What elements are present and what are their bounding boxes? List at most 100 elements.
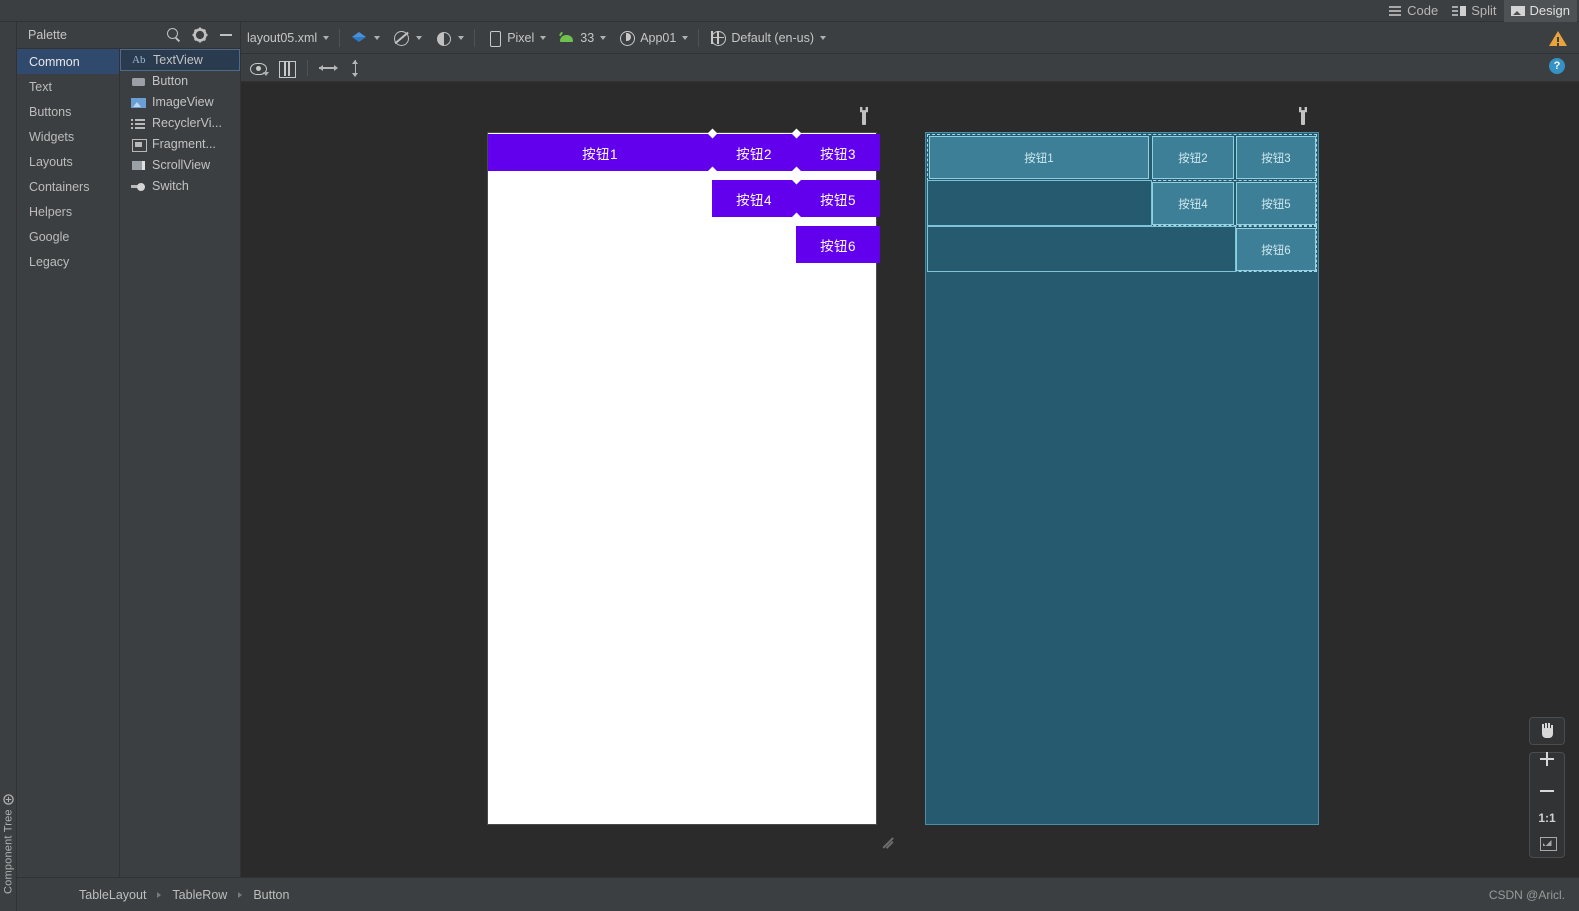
preview-button-6[interactable]: 按钮6	[796, 226, 880, 263]
pan-tool-button[interactable]	[1530, 718, 1564, 744]
android-studio-layout-editor: Code Split Design Palette Component Tree	[0, 0, 1579, 911]
tool-window-tab-component-tree[interactable]: Component Tree	[0, 782, 17, 898]
palette-item-switch[interactable]: Switch	[120, 176, 240, 197]
help-icon[interactable]: ?	[1549, 58, 1565, 74]
blueprint-button-3[interactable]: 按钮3	[1236, 136, 1316, 179]
blueprint-button-6[interactable]: 按钮6	[1236, 228, 1316, 271]
breadcrumb-item-button[interactable]: Button	[251, 888, 291, 902]
component-tree-strip-icon	[3, 794, 14, 805]
palette-category-legacy[interactable]: Legacy	[17, 249, 119, 274]
palette-item-button[interactable]: Button	[120, 71, 240, 92]
fragment-icon	[131, 138, 147, 152]
wrench-icon[interactable]	[857, 107, 871, 125]
top-bar: Code Split Design	[0, 0, 1579, 22]
design-mode-button[interactable]	[344, 26, 386, 50]
eye-icon[interactable]	[247, 57, 271, 79]
palette-category-google[interactable]: Google	[17, 224, 119, 249]
orientation-button[interactable]	[386, 26, 428, 50]
app-theme-selector[interactable]: App01	[612, 26, 694, 50]
switch-icon	[131, 180, 146, 193]
chevron-down-icon	[416, 35, 423, 40]
wrench-icon[interactable]	[1296, 107, 1310, 125]
gear-icon[interactable]	[192, 27, 208, 43]
horizontal-resize-icon[interactable]	[316, 57, 340, 79]
device-selector[interactable]: Pixel	[479, 26, 552, 50]
preview-button-4[interactable]: 按钮4	[712, 180, 796, 217]
button-label: 按钮6	[820, 238, 856, 254]
palette-item-fragment[interactable]: Fragment...	[120, 134, 240, 155]
palette-category-buttons[interactable]: Buttons	[17, 99, 119, 124]
preview-button-3[interactable]: 按钮3	[796, 134, 880, 171]
api-level-selector[interactable]: 33	[552, 26, 612, 50]
warning-icon[interactable]	[1549, 29, 1567, 47]
layers-icon	[350, 29, 368, 47]
minimize-icon[interactable]	[218, 27, 234, 43]
zoom-to-fit-button[interactable]	[1530, 831, 1564, 857]
chevron-down-icon	[374, 35, 381, 40]
night-mode-button[interactable]	[428, 26, 470, 50]
day-night-icon	[434, 29, 452, 47]
preview-button-5[interactable]: 按钮5	[796, 180, 880, 217]
blueprint-button-4[interactable]: 按钮4	[1152, 182, 1234, 225]
chevron-down-icon	[323, 35, 330, 40]
split-icon	[1452, 5, 1467, 17]
palette-category-label: Common	[29, 54, 80, 69]
zoom-controls: 1:1	[1529, 717, 1565, 865]
button-label: 按钮6	[1261, 244, 1291, 257]
recyclerview-icon	[131, 117, 146, 130]
chevron-down-icon	[540, 35, 547, 40]
design-surface[interactable]: 按钮1 按钮2 按钮3 按钮4 按钮5 按钮6 按钮1 按钮2 按钮3 按钮4 …	[241, 82, 1579, 877]
palette-item-label: Button	[152, 74, 189, 89]
actual-size-button[interactable]: 1:1	[1530, 805, 1564, 831]
editor-mode-tabs: Code Split Design	[1381, 0, 1579, 22]
palette-item-label: ScrollView	[152, 158, 211, 173]
button-icon	[131, 75, 146, 88]
resize-grip-icon[interactable]	[881, 832, 897, 848]
locale-selector[interactable]: Default (en-us)	[703, 26, 832, 50]
design-icon	[1510, 5, 1525, 17]
imageview-icon	[131, 96, 146, 109]
blueprint-button-2[interactable]: 按钮2	[1152, 136, 1234, 179]
device-icon	[485, 29, 503, 47]
button-label: 按钮3	[820, 146, 856, 162]
tab-design[interactable]: Design	[1503, 0, 1577, 22]
tab-split[interactable]: Split	[1445, 0, 1503, 22]
vertical-resize-icon[interactable]	[344, 57, 368, 79]
zoom-in-button[interactable]	[1530, 752, 1564, 779]
palette-category-containers[interactable]: Containers	[17, 174, 119, 199]
preview-button-1[interactable]: 按钮1	[488, 134, 712, 171]
blueprint-button-1[interactable]: 按钮1	[929, 136, 1149, 179]
zoom-out-button[interactable]	[1530, 779, 1564, 805]
columns-icon[interactable]	[275, 57, 299, 79]
breadcrumb-item-tablelayout[interactable]: TableLayout	[77, 888, 148, 902]
palette-item-recyclerview[interactable]: RecyclerVi...	[120, 113, 240, 134]
blueprint-empty-cell	[927, 180, 1152, 226]
pan-group	[1529, 717, 1565, 745]
tab-split-label: Split	[1471, 3, 1497, 18]
tab-code[interactable]: Code	[1381, 0, 1445, 22]
blueprint-button-5[interactable]: 按钮5	[1236, 182, 1316, 225]
palette-item-scrollview[interactable]: ScrollView	[120, 155, 240, 176]
palette-category-layouts[interactable]: Layouts	[17, 149, 119, 174]
palette-item-textview[interactable]: Ab TextView	[120, 49, 240, 71]
preview-button-2[interactable]: 按钮2	[712, 134, 796, 171]
blueprint-preview[interactable]: 按钮1 按钮2 按钮3 按钮4 按钮5 按钮6	[925, 132, 1319, 825]
palette-category-common[interactable]: Common	[17, 49, 119, 74]
palette-item-imageview[interactable]: ImageView	[120, 92, 240, 113]
palette-category-label: Helpers	[29, 204, 73, 219]
layout-file-selector[interactable]: layout05.xml	[241, 26, 335, 50]
palette-category-helpers[interactable]: Helpers	[17, 199, 119, 224]
breadcrumb-separator-icon	[157, 891, 162, 898]
palette-category-text[interactable]: Text	[17, 74, 119, 99]
left-tool-strip: Palette Component Tree	[0, 22, 241, 911]
chevron-down-icon	[820, 35, 827, 40]
design-preview[interactable]: 按钮1 按钮2 按钮3 按钮4 按钮5 按钮6	[487, 128, 880, 825]
palette-category-widgets[interactable]: Widgets	[17, 124, 119, 149]
blueprint-empty-cell	[927, 226, 1236, 272]
palette-title: Palette	[28, 28, 67, 42]
breadcrumb-item-tablerow[interactable]: TableRow	[170, 888, 229, 902]
globe-icon	[709, 29, 727, 47]
palette-header: Palette	[17, 22, 240, 49]
search-icon[interactable]	[166, 27, 182, 43]
zoom-group: 1:1	[1529, 752, 1565, 858]
